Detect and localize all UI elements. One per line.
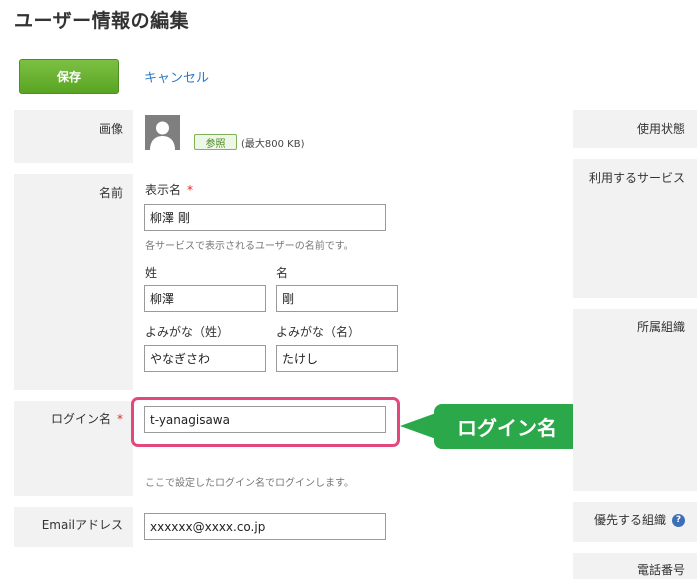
display-name-input[interactable] — [144, 204, 386, 231]
help-icon[interactable]: ? — [672, 514, 685, 527]
required-mark: * — [117, 412, 123, 426]
login-help: ここで設定したログイン名でログインします。 — [145, 478, 354, 489]
services-label: 利用するサービス — [588, 171, 685, 185]
phone-cell: 電話番号 — [573, 553, 697, 579]
browse-button[interactable]: 参照 — [194, 134, 237, 150]
first-kana-input[interactable] — [276, 345, 398, 372]
login-label-cell: ログイン名 * — [14, 401, 133, 496]
priority-org-cell: 優先する組織? — [573, 502, 697, 542]
email-label-cell: Emailアドレス — [14, 507, 133, 547]
display-name-label-text: 表示名 — [145, 183, 182, 197]
max-size-note: (最大800 KB) — [241, 139, 305, 150]
phone-label: 電話番号 — [636, 563, 685, 577]
last-name-label: 姓 — [145, 266, 158, 280]
first-name-label: 名 — [276, 266, 289, 280]
last-kana-input[interactable] — [144, 345, 266, 372]
display-name-label: 表示名 * — [145, 181, 193, 198]
organization-label: 所属組織 — [636, 320, 685, 334]
login-callout: ログイン名 — [434, 404, 580, 449]
avatar — [145, 115, 180, 150]
last-kana-label: よみがな（姓） — [145, 325, 230, 339]
user-silhouette-icon — [150, 121, 175, 150]
save-button[interactable]: 保存 — [19, 59, 119, 94]
login-label: ログイン名 — [50, 412, 111, 426]
first-kana-label: よみがな（名） — [276, 325, 361, 339]
cancel-link[interactable]: キャンセル — [144, 67, 209, 86]
email-input[interactable] — [144, 513, 386, 540]
priority-org-label: 優先する組織 — [593, 513, 666, 527]
display-name-help: 各サービスで表示されるユーザーの名前です。 — [145, 241, 354, 252]
image-label-cell: 画像 — [14, 110, 133, 163]
required-mark: * — [187, 183, 194, 197]
name-label: 名前 — [98, 186, 123, 200]
usage-status-label: 使用状態 — [636, 122, 685, 136]
organization-cell: 所属組織 — [573, 309, 697, 491]
last-name-input[interactable] — [144, 285, 266, 312]
email-label: Emailアドレス — [41, 518, 123, 532]
usage-status-cell: 使用状態 — [573, 110, 697, 148]
first-name-input[interactable] — [276, 285, 398, 312]
page-title: ユーザー情報の編集 — [14, 10, 190, 32]
name-label-cell: 名前 — [14, 174, 133, 390]
login-highlight-box — [131, 397, 400, 447]
callout-pointer — [400, 413, 436, 439]
image-label: 画像 — [98, 122, 123, 136]
services-cell: 利用するサービス — [573, 159, 697, 298]
